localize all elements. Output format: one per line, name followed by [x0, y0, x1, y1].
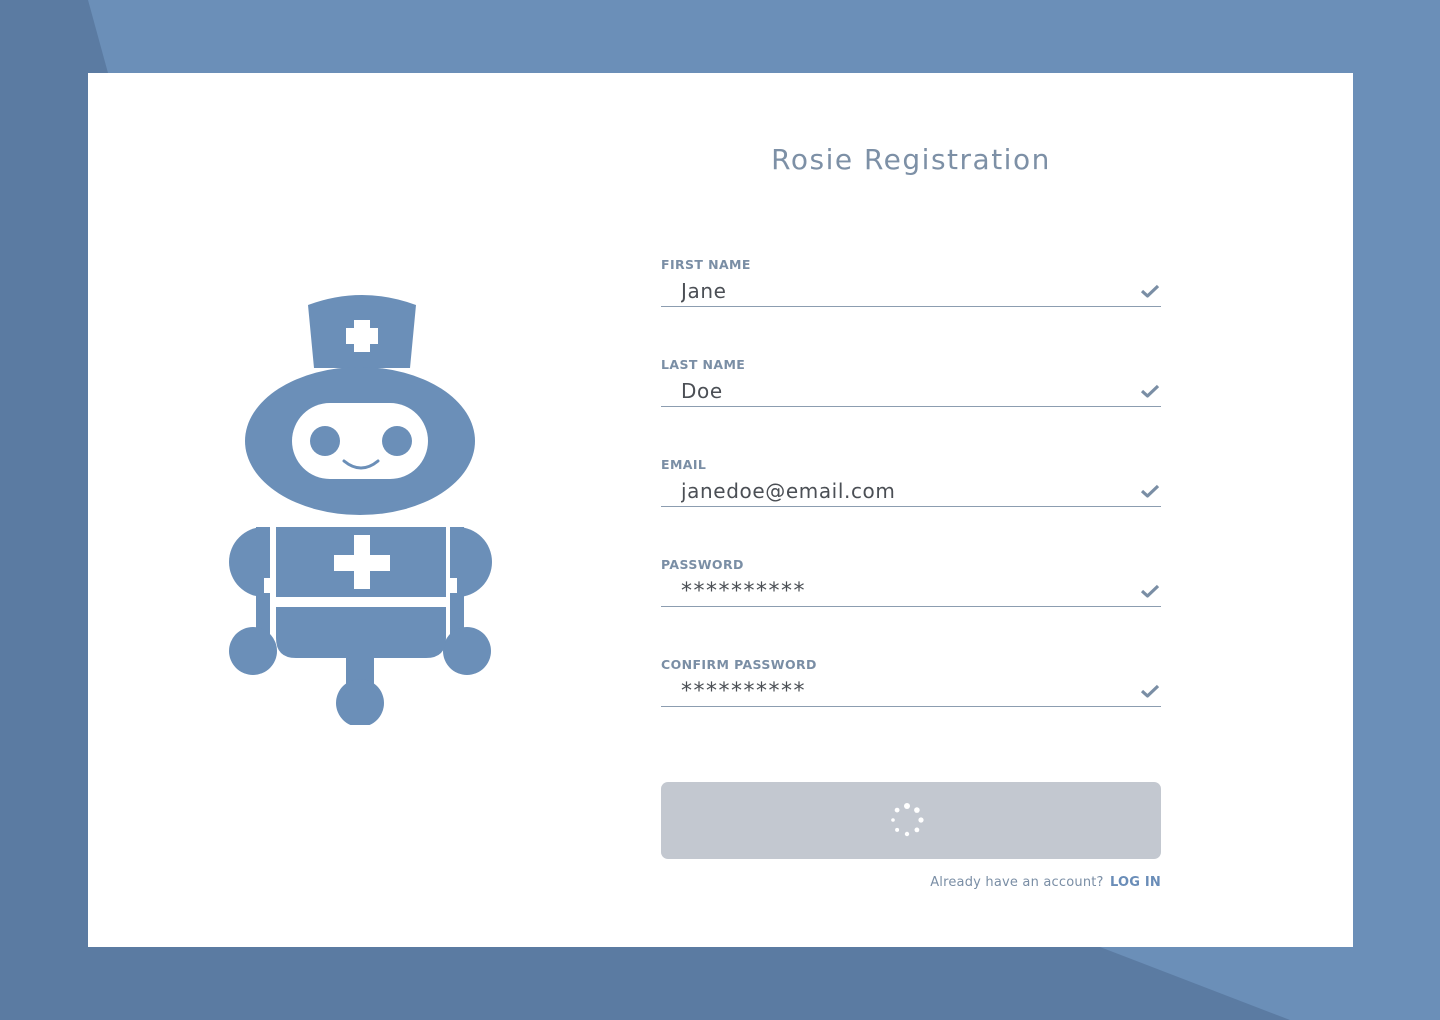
- page-background: Rosie Registration FIRST NAME LAST NAME …: [0, 0, 1440, 1020]
- first-name-field: FIRST NAME: [661, 257, 1161, 317]
- password-input[interactable]: [661, 575, 1161, 607]
- confirm-password-label: CONFIRM PASSWORD: [661, 657, 817, 672]
- check-icon: [1141, 284, 1159, 298]
- confirm-password-input[interactable]: [661, 675, 1161, 707]
- loading-spinner-icon: [891, 803, 924, 837]
- check-icon: [1141, 684, 1159, 698]
- email-input[interactable]: [661, 475, 1161, 507]
- check-icon: [1141, 584, 1159, 598]
- registration-card: Rosie Registration FIRST NAME LAST NAME …: [88, 73, 1353, 947]
- first-name-label: FIRST NAME: [661, 257, 751, 272]
- confirm-password-field: CONFIRM PASSWORD: [661, 657, 1161, 717]
- last-name-input[interactable]: [661, 375, 1161, 407]
- check-icon: [1141, 384, 1159, 398]
- first-name-input[interactable]: [661, 275, 1161, 307]
- email-field: EMAIL: [661, 457, 1161, 517]
- page-title: Rosie Registration: [771, 143, 1051, 176]
- nurse-robot-icon: [229, 295, 492, 725]
- register-button[interactable]: [661, 782, 1161, 859]
- password-field: PASSWORD: [661, 557, 1161, 617]
- password-label: PASSWORD: [661, 557, 744, 572]
- login-prompt: Already have an account? LOG IN: [661, 875, 1161, 890]
- login-prompt-text: Already have an account?: [930, 875, 1104, 890]
- last-name-label: LAST NAME: [661, 357, 746, 372]
- check-icon: [1141, 484, 1159, 498]
- last-name-field: LAST NAME: [661, 357, 1161, 417]
- login-link[interactable]: LOG IN: [1110, 875, 1161, 890]
- email-label: EMAIL: [661, 457, 707, 472]
